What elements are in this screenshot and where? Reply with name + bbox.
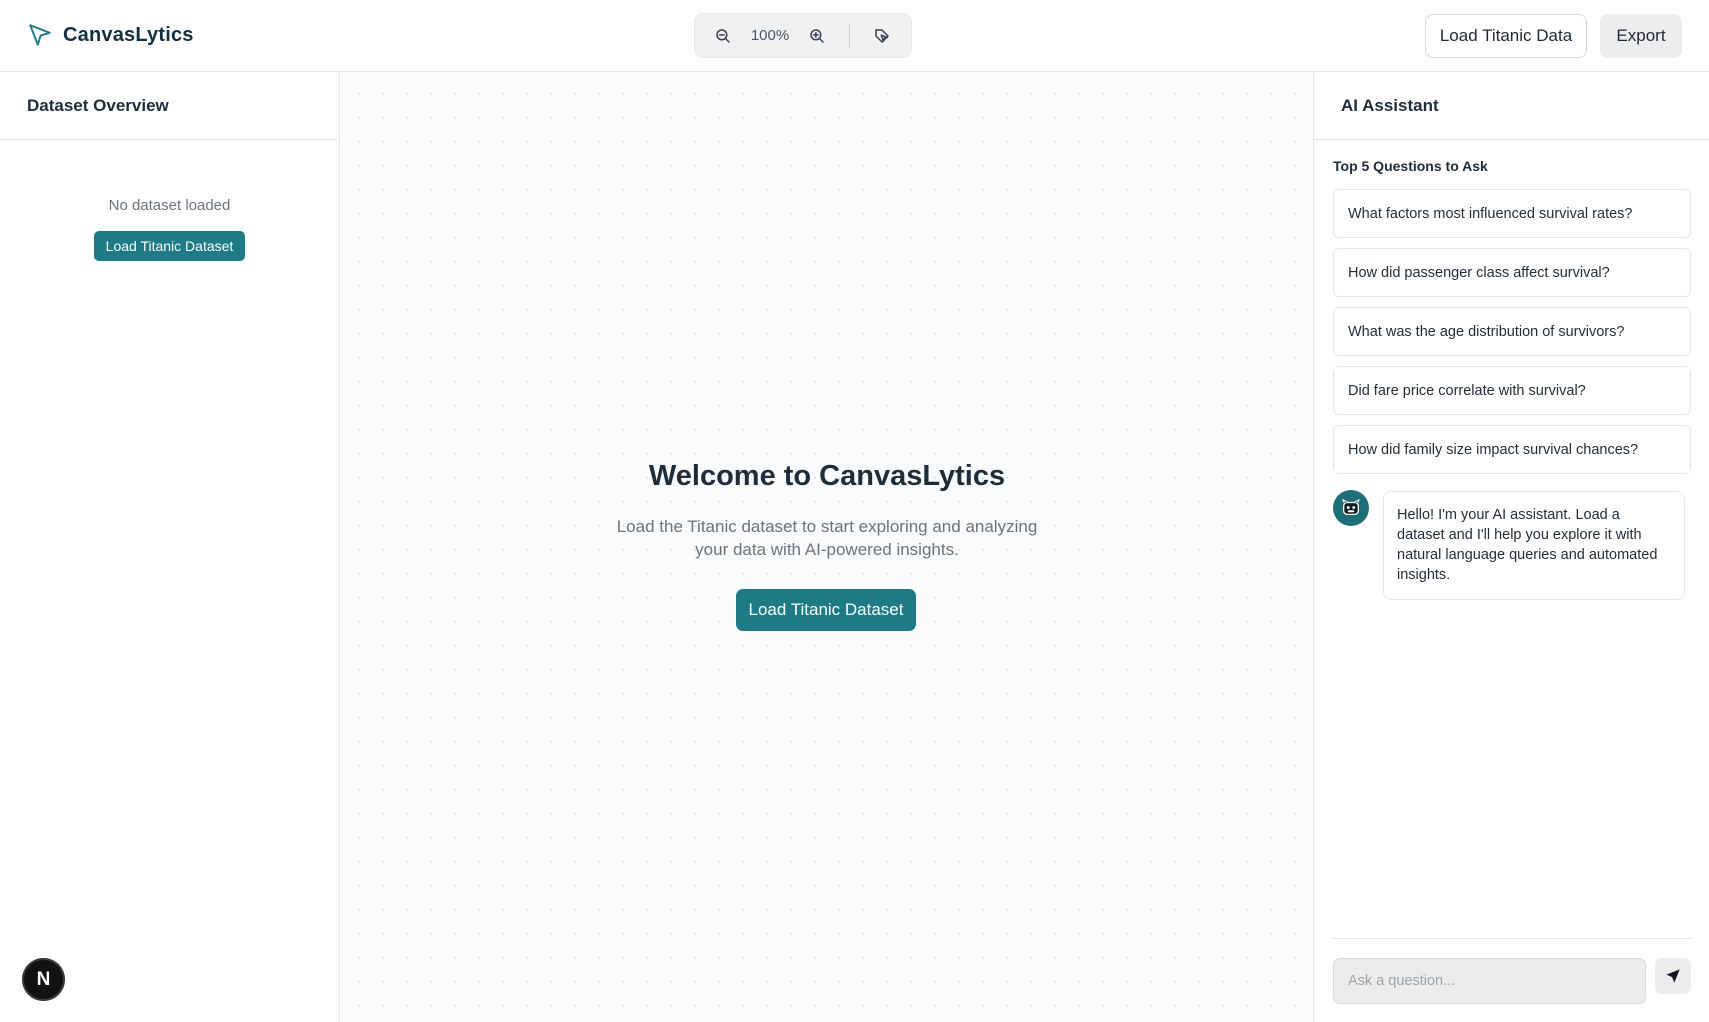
panel-title: AI Assistant	[1341, 95, 1439, 115]
load-titanic-dataset-button[interactable]: Load Titanic Dataset	[736, 589, 916, 631]
load-titanic-data-button[interactable]: Load Titanic Data	[1425, 14, 1587, 58]
zoom-level: 100%	[750, 27, 790, 44]
sidebar-load-dataset-button[interactable]: Load Titanic Dataset	[94, 231, 245, 261]
bot-icon	[1342, 499, 1360, 516]
ai-assistant-panel: AI Assistant Top 5 Questions to Ask What…	[1313, 72, 1709, 1022]
question-item[interactable]: Did fare price correlate with survival?	[1333, 366, 1691, 415]
canvas-toolbar: 100%	[694, 13, 912, 58]
question-item[interactable]: What factors most influenced survival ra…	[1333, 189, 1691, 238]
right-panel-header: AI Assistant	[1314, 72, 1709, 140]
send-icon	[1666, 969, 1680, 983]
pointer-tag-icon	[875, 28, 889, 43]
empty-state-text: No dataset loaded	[108, 197, 231, 214]
question-item[interactable]: How did passenger class affect survival?	[1333, 248, 1691, 297]
chat-divider	[1333, 938, 1691, 939]
export-button[interactable]: Export	[1600, 14, 1682, 58]
badge-letter: N	[36, 968, 51, 990]
welcome-subtitle: Load the Titanic dataset to start explor…	[616, 517, 1038, 559]
toolbar-divider	[849, 22, 850, 49]
select-tool-button[interactable]	[862, 13, 902, 58]
question-item[interactable]: How did family size impact survival chan…	[1333, 425, 1691, 474]
brand[interactable]: CanvasLytics	[27, 22, 194, 48]
question-input[interactable]	[1333, 958, 1646, 1004]
questions-heading: Top 5 Questions to Ask	[1333, 158, 1488, 174]
zoom-out-icon	[716, 28, 730, 43]
top-header: CanvasLytics 100% Load Titanic Data Expo…	[0, 0, 1709, 72]
left-panel-header: Dataset Overview	[0, 72, 339, 140]
zoom-in-button[interactable]	[797, 13, 837, 58]
dataset-overview-panel: Dataset Overview No dataset loaded Load …	[0, 72, 340, 1022]
dev-tools-badge[interactable]: N	[22, 958, 65, 1001]
suggested-questions: What factors most influenced survival ra…	[1333, 189, 1691, 484]
panel-title: Dataset Overview	[27, 95, 169, 115]
bot-avatar	[1333, 490, 1369, 526]
welcome-title: Welcome to CanvasLytics	[648, 460, 1006, 492]
assistant-message: Hello! I'm your AI assistant. Load a dat…	[1383, 491, 1685, 600]
zoom-in-icon	[810, 28, 824, 43]
question-item[interactable]: What was the age distribution of survivo…	[1333, 307, 1691, 356]
zoom-out-button[interactable]	[703, 13, 743, 58]
send-button[interactable]	[1655, 958, 1691, 994]
brand-name: CanvasLytics	[63, 23, 194, 46]
send-arrow-icon	[29, 24, 51, 46]
canvas-area[interactable]: Welcome to CanvasLytics Load the Titanic…	[341, 72, 1313, 1022]
